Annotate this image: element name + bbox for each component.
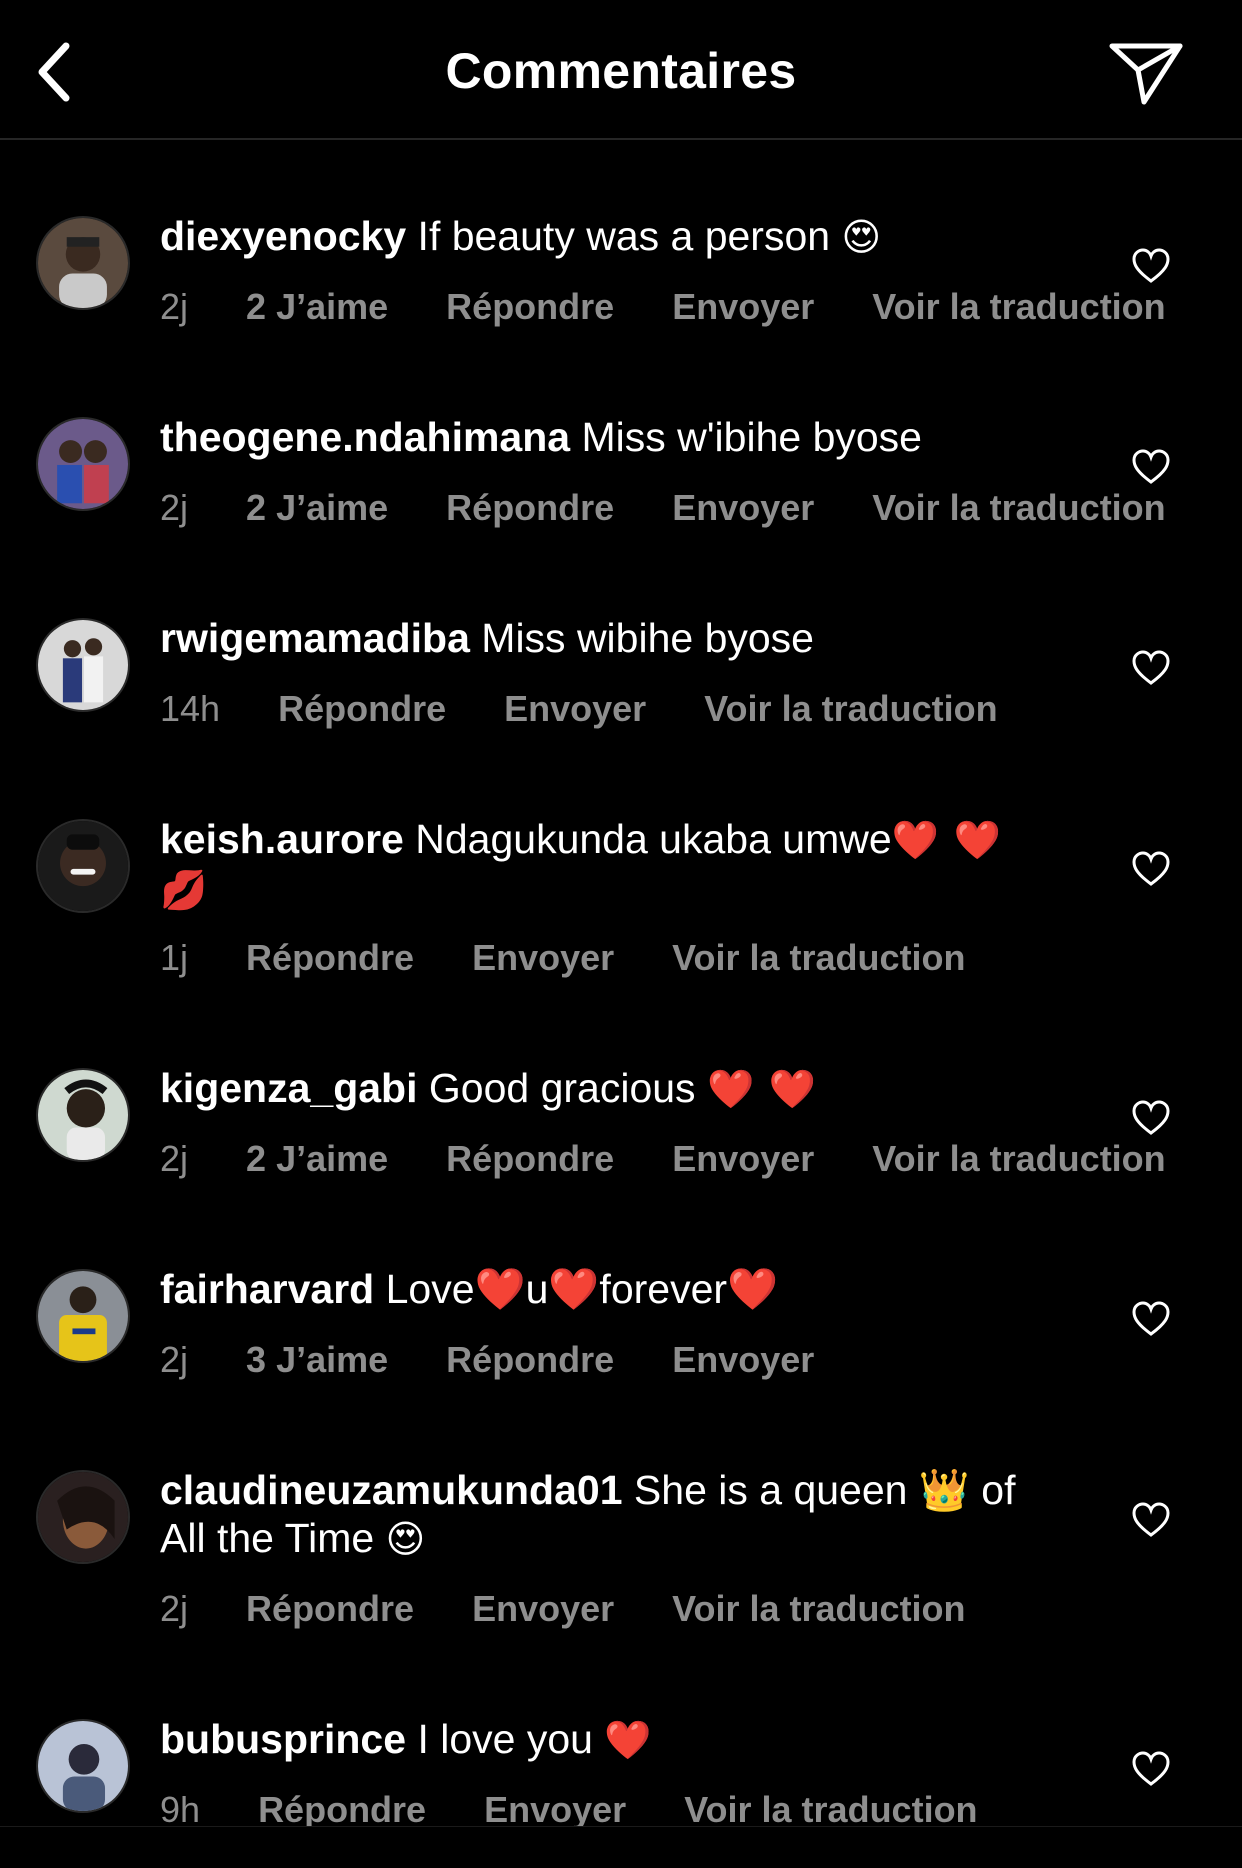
header-bar: Commentaires (0, 0, 1242, 140)
heart-outline-icon[interactable] (1132, 449, 1170, 485)
comment-time: 2j (160, 1339, 189, 1380)
comment-text: rwigemamadiba Miss wibihe byose (160, 614, 1060, 662)
avatar[interactable] (36, 1719, 130, 1813)
reply-button[interactable]: Répondre (258, 1789, 426, 1830)
comment-time: 9h (160, 1789, 201, 1830)
comment-actions: 2j 2 J’aime Répondre Envoyer Voir la tra… (160, 487, 1166, 529)
avatar[interactable] (36, 1470, 130, 1564)
page-title: Commentaires (445, 43, 797, 99)
comment-text: diexyenocky If beauty was a person 😍 (160, 212, 1060, 262)
likes-count-button[interactable]: 2 J’aime (246, 1138, 388, 1179)
translate-button[interactable]: Voir la traduction (672, 1588, 965, 1629)
reply-button[interactable]: Répondre (446, 1339, 614, 1380)
send-button[interactable]: Envoyer (672, 1138, 814, 1179)
comment-body: Miss w'ibihe byose (581, 414, 922, 460)
comment-actions: 2j 2 J’aime Répondre Envoyer Voir la tra… (160, 1138, 1166, 1180)
share-button[interactable] (1108, 40, 1184, 106)
avatar[interactable] (36, 417, 130, 511)
comment-text: keish.aurore Ndagukunda ukaba umwe❤️ ❤️ … (160, 815, 1040, 915)
avatar[interactable] (36, 216, 130, 310)
comment-actions: 9h Répondre Envoyer Voir la traduction (160, 1789, 978, 1831)
comment-text: claudineuzamukunda01 She is a queen 👑 of… (160, 1466, 1040, 1564)
comment-username[interactable]: theogene.ndahimana (160, 414, 570, 460)
send-button[interactable]: Envoyer (672, 286, 814, 327)
comment-emoji: 😍 (841, 217, 884, 259)
avatar[interactable] (36, 819, 130, 913)
comment-emoji: ❤️ (604, 1720, 654, 1762)
translate-button[interactable]: Voir la traduction (704, 688, 997, 729)
comment-body: If beauty was a person (417, 213, 831, 259)
comment-username[interactable]: bubusprince (160, 1716, 406, 1762)
comment-body: Miss wibihe byose (481, 615, 814, 661)
likes-count-button[interactable]: 3 J’aime (246, 1339, 388, 1380)
heart-outline-icon[interactable] (1132, 1502, 1170, 1538)
comment-emoji: 😍 (385, 1519, 428, 1561)
comment-time: 14h (160, 688, 221, 729)
comment-body: I love you (417, 1716, 593, 1762)
comment-username[interactable]: claudineuzamukunda01 (160, 1467, 623, 1513)
translate-button[interactable]: Voir la traduction (684, 1789, 977, 1830)
heart-outline-icon[interactable] (1132, 1301, 1170, 1337)
avatar[interactable] (36, 1068, 130, 1162)
heart-outline-icon[interactable] (1132, 851, 1170, 887)
send-button[interactable]: Envoyer (472, 937, 614, 978)
send-button[interactable]: Envoyer (504, 688, 646, 729)
translate-button[interactable]: Voir la traduction (872, 487, 1165, 528)
comment-username[interactable]: diexyenocky (160, 213, 406, 259)
comment-actions: 14h Répondre Envoyer Voir la traduction (160, 688, 998, 730)
reply-button[interactable]: Répondre (246, 1588, 414, 1629)
comment-username[interactable]: keish.aurore (160, 816, 404, 862)
comment-time: 2j (160, 1588, 189, 1629)
comment-text: kigenza_gabi Good gracious ❤️ ❤️ (160, 1064, 1060, 1114)
bottom-bar (0, 1826, 1242, 1868)
send-button[interactable]: Envoyer (672, 487, 814, 528)
avatar[interactable] (36, 618, 130, 712)
comment-time: 2j (160, 1138, 189, 1179)
send-button[interactable]: Envoyer (472, 1588, 614, 1629)
comment-actions: 1j Répondre Envoyer Voir la traduction (160, 937, 966, 979)
comment-actions: 2j Répondre Envoyer Voir la traduction (160, 1588, 966, 1630)
comment-username[interactable]: rwigemamadiba (160, 615, 470, 661)
heart-outline-icon[interactable] (1132, 1751, 1170, 1787)
comment-emoji: ❤️ ❤️ (706, 1069, 819, 1111)
heart-outline-icon[interactable] (1132, 248, 1170, 284)
avatar[interactable] (36, 1269, 130, 1363)
reply-button[interactable]: Répondre (446, 286, 614, 327)
paper-plane-icon (1109, 43, 1183, 105)
reply-button[interactable]: Répondre (446, 1138, 614, 1179)
send-button[interactable]: Envoyer (672, 1339, 814, 1380)
comment-username[interactable]: kigenza_gabi (160, 1065, 417, 1111)
translate-button[interactable]: Voir la traduction (672, 937, 965, 978)
likes-count-button[interactable]: 2 J’aime (246, 487, 388, 528)
reply-button[interactable]: Répondre (446, 487, 614, 528)
comment-time: 2j (160, 487, 189, 528)
reply-button[interactable]: Répondre (246, 937, 414, 978)
likes-count-button[interactable]: 2 J’aime (246, 286, 388, 327)
translate-button[interactable]: Voir la traduction (872, 286, 1165, 327)
comment-time: 1j (160, 937, 189, 978)
comment-actions: 2j 3 J’aime Répondre Envoyer (160, 1339, 814, 1381)
translate-button[interactable]: Voir la traduction (872, 1138, 1165, 1179)
comment-time: 2j (160, 286, 189, 327)
comment-text: fairharvard Love❤️u❤️forever❤️ (160, 1265, 1060, 1313)
heart-outline-icon[interactable] (1132, 1100, 1170, 1136)
comment-text: theogene.ndahimana Miss w'ibihe byose (160, 413, 1060, 461)
send-button[interactable]: Envoyer (484, 1789, 626, 1830)
comment-body: Love❤️u❤️forever❤️ (385, 1266, 779, 1312)
heart-outline-icon[interactable] (1132, 650, 1170, 686)
comment-username[interactable]: fairharvard (160, 1266, 374, 1312)
comment-body: Ndagukunda ukaba umwe (415, 816, 892, 862)
comment-body: Good gracious (428, 1065, 696, 1111)
reply-button[interactable]: Répondre (278, 688, 446, 729)
comment-actions: 2j 2 J’aime Répondre Envoyer Voir la tra… (160, 286, 1166, 328)
comment-text: bubusprince I love you ❤️ (160, 1715, 1060, 1765)
